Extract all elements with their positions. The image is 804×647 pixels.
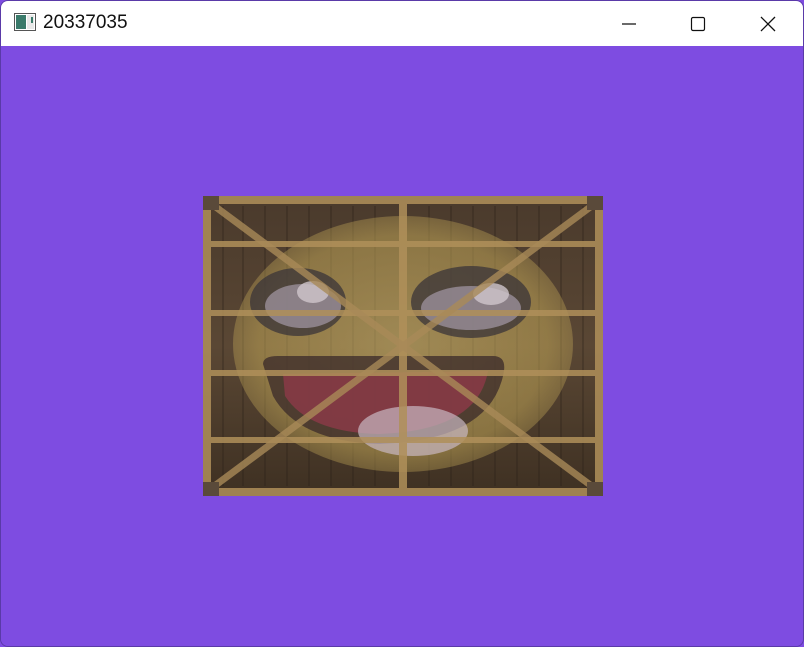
close-icon [759,15,777,33]
textured-quad [203,196,603,496]
app-window-icon [14,13,36,31]
window-title: 20337035 [43,12,128,33]
maximize-button[interactable] [664,1,732,46]
maximize-icon [690,16,706,32]
minimize-icon [621,16,637,32]
render-viewport [1,46,803,646]
close-button[interactable] [734,1,802,46]
app-window: 20337035 [0,0,804,647]
minimize-button[interactable] [595,1,663,46]
wooden-container-texture [203,196,603,496]
title-bar[interactable]: 20337035 [1,1,803,46]
